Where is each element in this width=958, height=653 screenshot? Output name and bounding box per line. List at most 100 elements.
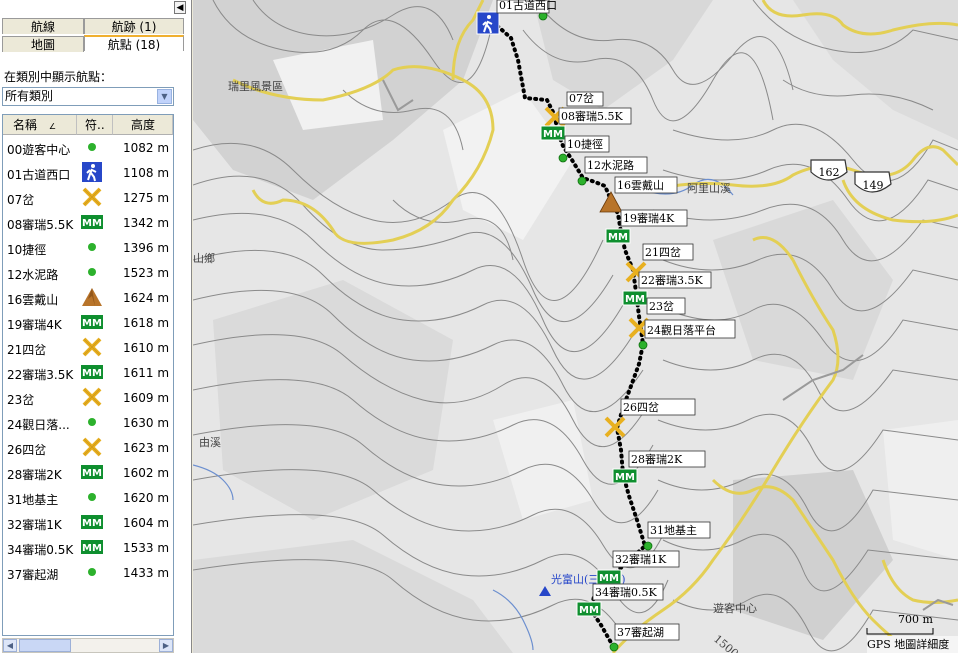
waypoint-row[interactable]: 21四岔 1610 m — [3, 335, 173, 360]
map-waypoint-label[interactable]: 23岔 — [646, 297, 686, 315]
green-dot-icon[interactable] — [577, 176, 587, 186]
green-dot-icon[interactable] — [643, 541, 653, 551]
waypoint-elevation: 1620 m — [123, 491, 170, 505]
waypoint-elevation: 1610 m — [123, 341, 170, 355]
waypoint-row[interactable]: 24觀日落... 1630 m — [3, 410, 173, 435]
crossing-icon — [81, 387, 103, 407]
map-waypoint-label[interactable]: 12水泥路 — [584, 156, 648, 174]
svg-text:MM: MM — [82, 368, 102, 379]
green-dot-icon[interactable] — [609, 642, 619, 652]
map-waypoint-label[interactable]: 16雲戴山 — [614, 176, 678, 194]
waypoint-row[interactable]: 28審瑞2K MM 1602 m — [3, 460, 173, 485]
waypoint-elevation: 1609 m — [123, 391, 170, 405]
milemarker-icon: MM — [81, 462, 103, 482]
green-dot-icon — [81, 137, 103, 157]
map-waypoint-label[interactable]: 07岔 — [566, 91, 604, 107]
topographic-map[interactable]: 162 149 瑞里風景區 阿里山溪 山鄉 由溪 光富山(三角點) 遊客中心 1… — [193, 0, 958, 653]
scroll-left-arrow-icon[interactable]: ◀ — [3, 639, 17, 652]
map-waypoint-label[interactable]: 24觀日落平台 — [644, 319, 736, 339]
column-header-symbol[interactable]: 符.. — [77, 115, 113, 135]
tab-map[interactable]: 地圖 — [2, 36, 84, 52]
svg-text:MM: MM — [82, 468, 102, 479]
milemarker-icon[interactable]: MM — [596, 569, 622, 585]
waypoint-row[interactable]: 26四岔 1623 m — [3, 435, 173, 460]
waypoint-row[interactable]: 34審瑞0.5K MM 1533 m — [3, 535, 173, 560]
map-waypoint-label[interactable]: 26四岔 — [620, 398, 696, 416]
map-waypoint-label[interactable]: 22審瑞3.5K — [638, 271, 712, 289]
chevron-down-icon[interactable]: ▼ — [157, 89, 172, 104]
svg-text:23岔: 23岔 — [649, 300, 674, 313]
milemarker-icon[interactable]: MM — [540, 125, 566, 141]
category-label: 在類別中顯示航點： — [4, 70, 113, 84]
category-select[interactable]: 所有類別 ▼ — [2, 87, 174, 106]
milemarker-icon: MM — [81, 362, 103, 382]
waypoint-row[interactable]: 00遊客中心 1082 m — [3, 135, 173, 160]
waypoint-name: 31地基主 — [7, 493, 59, 507]
green-dot-icon[interactable] — [638, 340, 648, 350]
hiker-icon[interactable] — [476, 11, 500, 35]
svg-text:MM: MM — [615, 472, 635, 483]
svg-text:37審起湖: 37審起湖 — [617, 625, 664, 639]
tab-row-1: 航線 航跡 (1) — [0, 18, 186, 35]
collapse-panel-button[interactable]: ◀ — [174, 1, 186, 14]
milemarker-icon[interactable]: MM — [576, 601, 602, 617]
milemarker-icon: MM — [81, 312, 103, 332]
waypoint-elevation: 1630 m — [123, 416, 170, 430]
milemarker-icon[interactable]: MM — [612, 468, 638, 484]
map-status: GPS 地圖詳細度 — [867, 636, 958, 653]
map-waypoint-label[interactable]: 28審瑞2K — [628, 450, 706, 468]
column-header-elevation[interactable]: 高度 — [113, 115, 173, 135]
horizontal-scrollbar[interactable]: ◀ ▶ — [2, 638, 174, 653]
column-header-name[interactable]: 名稱 ∠ — [3, 115, 77, 135]
waypoint-elevation: 1602 m — [123, 466, 170, 480]
milemarker-icon[interactable]: MM — [605, 228, 631, 244]
waypoint-row[interactable]: 10捷徑 1396 m — [3, 235, 173, 260]
waypoint-elevation: 1342 m — [123, 216, 170, 230]
waypoint-row[interactable]: 37審起湖 1433 m — [3, 560, 173, 585]
hiker-icon — [81, 162, 103, 182]
waypoint-elevation: 1523 m — [123, 266, 170, 280]
map-view[interactable]: 162 149 瑞里風景區 阿里山溪 山鄉 由溪 光富山(三角點) 遊客中心 1… — [193, 0, 958, 653]
map-waypoint-label[interactable]: 37審起湖 — [614, 623, 680, 641]
map-waypoint-label[interactable]: 10捷徑 — [564, 135, 610, 153]
svg-text:12水泥路: 12水泥路 — [587, 159, 634, 172]
waypoint-row[interactable]: 22審瑞3.5K MM 1611 m — [3, 360, 173, 385]
milemarker-icon[interactable]: MM — [622, 290, 648, 306]
waypoint-row[interactable]: 32審瑞1K MM 1604 m — [3, 510, 173, 535]
waypoint-name: 08審瑞5.5K — [7, 218, 74, 232]
waypoint-row[interactable]: 07岔 1275 m — [3, 185, 173, 210]
scroll-thumb[interactable] — [19, 639, 71, 652]
green-dot-icon[interactable] — [558, 153, 568, 163]
waypoint-elevation: 1618 m — [123, 316, 170, 330]
waypoint-name: 00遊客中心 — [7, 143, 71, 157]
waypoint-row[interactable]: 01古道西口 1108 m — [3, 160, 173, 185]
map-waypoint-label[interactable]: 19審瑞4K — [620, 209, 688, 227]
map-waypoint-label[interactable]: 21四岔 — [642, 243, 694, 261]
waypoint-row[interactable]: 19審瑞4K MM 1618 m — [3, 310, 173, 335]
waypoint-name: 34審瑞0.5K — [7, 543, 74, 557]
waypoint-row[interactable]: 12水泥路 1523 m — [3, 260, 173, 285]
svg-text:149: 149 — [863, 179, 884, 192]
waypoint-name: 10捷徑 — [7, 243, 47, 257]
map-waypoint-label[interactable]: 31地基主 — [647, 521, 711, 539]
place-label: 阿里山溪 — [687, 182, 731, 195]
green-dot-icon — [81, 262, 103, 282]
green-dot-icon — [81, 487, 103, 507]
svg-text:MM: MM — [599, 573, 619, 584]
scroll-right-arrow-icon[interactable]: ▶ — [159, 639, 173, 652]
tab-waypoints[interactable]: 航點 (18) — [84, 35, 184, 52]
waypoint-row[interactable]: 31地基主 1620 m — [3, 485, 173, 510]
tab-tracks[interactable]: 航跡 (1) — [84, 18, 184, 34]
waypoint-row[interactable]: 16雲戴山 1624 m — [3, 285, 173, 310]
map-waypoint-label[interactable]: 32審瑞1K — [612, 550, 680, 568]
waypoint-row[interactable]: 23岔 1609 m — [3, 385, 173, 410]
waypoint-row[interactable]: 08審瑞5.5K MM 1342 m — [3, 210, 173, 235]
tab-routes[interactable]: 航線 — [2, 18, 84, 34]
map-waypoint-label[interactable]: 34審瑞0.5K — [592, 583, 664, 601]
waypoint-elevation: 1611 m — [123, 366, 170, 380]
place-label: 遊客中心 — [713, 601, 757, 615]
map-waypoint-label[interactable]: 01古道西口 — [496, 0, 557, 14]
waypoint-elevation: 1433 m — [123, 566, 170, 580]
map-waypoint-label[interactable]: 08審瑞5.5K — [558, 107, 632, 125]
place-label: 瑞里風景區 — [228, 79, 283, 93]
